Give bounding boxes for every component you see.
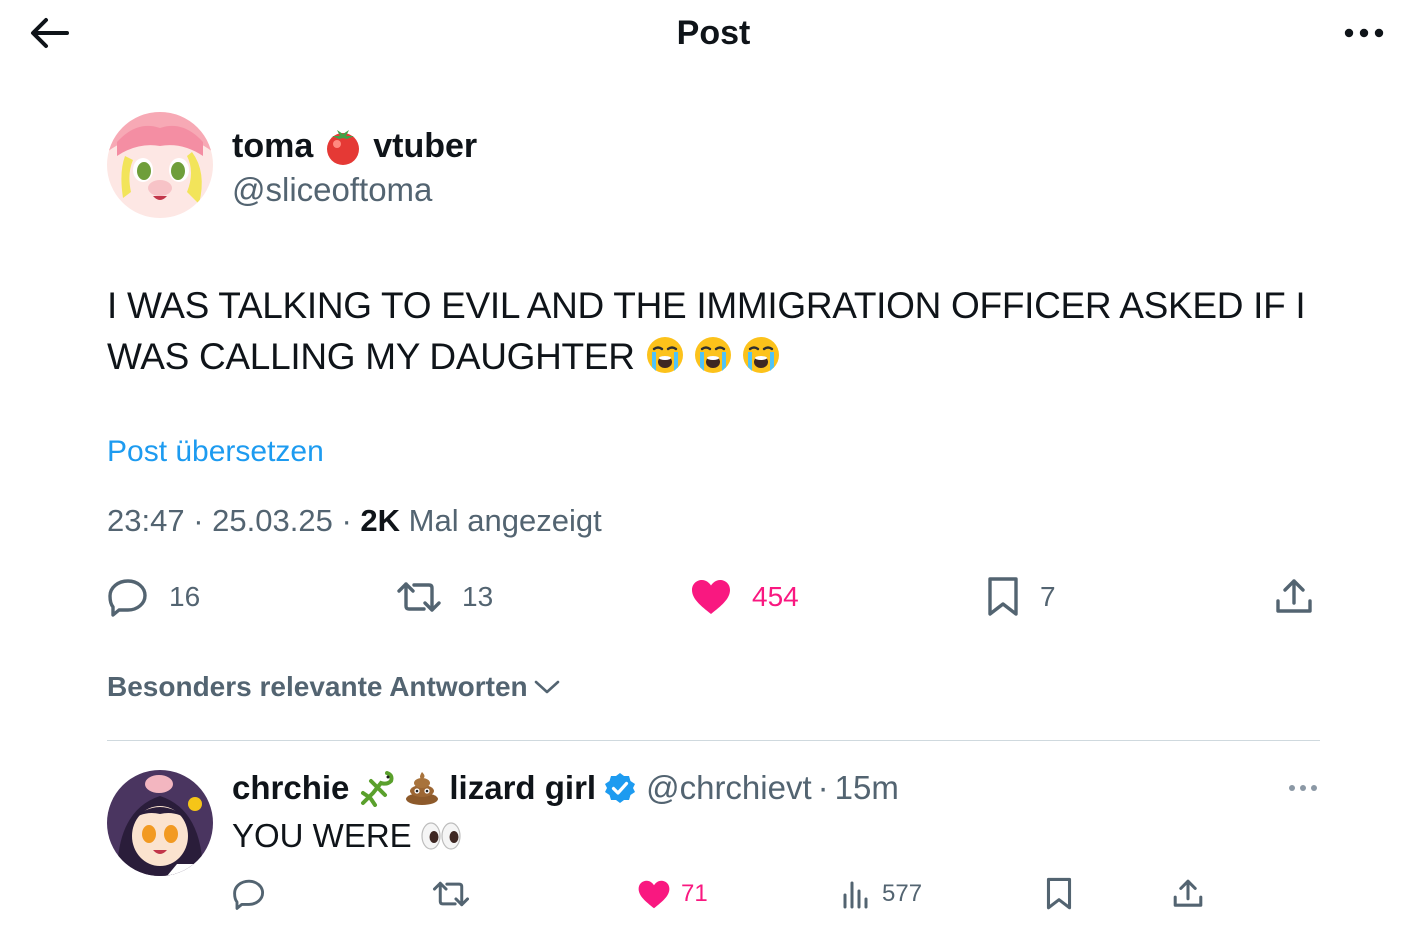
views-count: 2K <box>360 503 401 538</box>
meta-separator: · <box>193 503 204 538</box>
reply-avatar[interactable] <box>107 770 213 876</box>
share-icon <box>1276 579 1312 613</box>
bookmark-icon <box>988 577 1018 616</box>
reply-views-button[interactable]: 577 <box>842 874 922 914</box>
more-horizontal-icon <box>1289 785 1317 791</box>
reply-more-button[interactable] <box>1283 774 1323 802</box>
loudly-crying-face-icon <box>646 337 683 373</box>
reply-like-count: 71 <box>681 880 708 907</box>
heart-filled-icon <box>638 880 670 908</box>
loudly-crying-face-icon <box>694 337 731 373</box>
reply-icon <box>233 879 265 910</box>
bookmark-count: 7 <box>1040 581 1056 612</box>
repost-icon <box>397 582 441 612</box>
reply-header: chrchie lizard girl @chrchievt · 15m <box>232 769 899 807</box>
reply-name-part2: lizard girl <box>449 769 597 806</box>
chevron-down-icon <box>534 680 559 694</box>
post-text: I WAS TALKING TO EVIL AND THE IMMIGRATIO… <box>107 280 1337 382</box>
post-meta: 23:47 · 25.03.25 · 2K Mal angezeigt <box>107 500 602 542</box>
reply-repost-button[interactable] <box>432 874 470 914</box>
bookmark-button[interactable]: 7 <box>986 574 1056 620</box>
post-author: toma vtuber @sliceoftoma <box>107 112 807 220</box>
tomato-emoji <box>327 130 360 165</box>
post-time[interactable]: 23:47 <box>107 503 185 538</box>
analytics-icon <box>843 881 868 909</box>
share-button[interactable] <box>1274 574 1314 620</box>
avatar[interactable] <box>107 112 213 218</box>
reply-text-content: YOU WERE <box>232 817 412 854</box>
views-label: Mal angezeigt <box>408 503 602 538</box>
top-bar: Post <box>0 0 1427 66</box>
share-icon <box>1173 879 1203 907</box>
repost-count: 13 <box>462 581 494 612</box>
sort-label: Besonders relevante Antworten <box>107 671 528 702</box>
reply-button[interactable]: 16 <box>107 574 200 620</box>
reply-text: YOU WERE <box>232 816 462 856</box>
heart-filled-icon <box>692 580 730 614</box>
loudly-crying-face-icon <box>742 337 779 373</box>
reply-views-count: 577 <box>882 880 923 907</box>
like-count: 454 <box>752 581 799 612</box>
divider <box>107 740 1320 741</box>
more-options-button[interactable] <box>1336 16 1392 50</box>
verified-badge-icon <box>605 773 636 803</box>
translate-post-link[interactable]: Post übersetzen <box>107 432 324 472</box>
reply-name-part1: chrchie <box>232 769 350 806</box>
repost-icon <box>432 881 470 907</box>
reply-like-button[interactable]: 71 <box>637 874 708 914</box>
author-name-part2: vtuber <box>373 127 478 165</box>
author-name-part1: toma <box>232 127 314 165</box>
meta-separator: · <box>341 503 352 538</box>
author-handle[interactable]: @sliceoftoma <box>232 170 432 210</box>
reply-time[interactable]: 15m <box>835 770 899 806</box>
reply-author-handle[interactable]: @chrchievt <box>646 770 812 806</box>
reply-bookmark-button[interactable] <box>1045 874 1073 914</box>
reply-share-button[interactable] <box>1172 874 1204 914</box>
eyes-emoji <box>421 822 461 850</box>
reply-icon <box>108 579 147 617</box>
replies-sort-dropdown[interactable]: Besonders relevante Antworten <box>107 668 560 706</box>
like-button[interactable]: 454 <box>690 574 799 620</box>
author-name[interactable]: toma vtuber <box>232 126 477 166</box>
bookmark-icon <box>1046 877 1072 910</box>
repost-button[interactable]: 13 <box>396 574 493 620</box>
more-horizontal-icon <box>1344 28 1384 38</box>
page-title: Post <box>676 14 751 52</box>
pile-of-poo-emoji <box>406 772 439 805</box>
reply-reply-button[interactable] <box>232 874 266 914</box>
reply-item[interactable]: chrchie lizard girl @chrchievt · 15m YOU… <box>107 770 1320 930</box>
reply-author-name[interactable]: chrchie lizard girl <box>232 769 636 807</box>
post-date[interactable]: 25.03.25 <box>212 503 333 538</box>
crying-emoji-group <box>645 335 781 375</box>
lizard-emoji <box>361 771 394 807</box>
reply-count: 16 <box>169 581 201 612</box>
reply-separator: · <box>817 769 829 806</box>
